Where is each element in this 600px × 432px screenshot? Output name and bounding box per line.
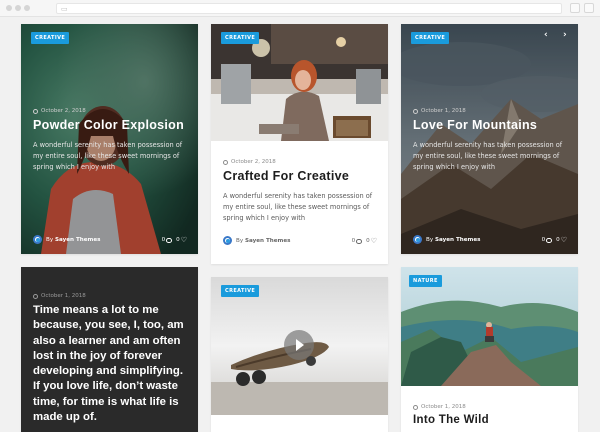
comment-count[interactable]: 0	[162, 237, 173, 243]
date-text: October 2, 2018	[231, 159, 276, 165]
category-badge[interactable]: CREATIVE	[221, 285, 260, 297]
card-text-block: October 2, 2018 Powder Color Explosion A…	[33, 108, 188, 173]
author-text: By Sayen Themes	[46, 236, 101, 243]
window-minimize-dot[interactable]	[15, 5, 21, 11]
post-excerpt: A wonderful serenity has taken possessio…	[223, 192, 373, 222]
sayen-logo-icon	[33, 235, 42, 244]
post-stats: 0 0 ♡	[542, 236, 567, 244]
play-icon[interactable]	[284, 330, 314, 360]
like-count[interactable]: 0 ♡	[366, 237, 377, 245]
post-stats: 0 0 ♡	[162, 236, 187, 244]
share-button[interactable]	[570, 3, 580, 13]
post-date: October 2, 2018	[223, 159, 378, 165]
like-count[interactable]: 0 ♡	[556, 236, 567, 244]
window-close-dot[interactable]	[6, 5, 12, 11]
post-stats: 0 0 ♡	[352, 237, 377, 245]
card-text-block: October 2, 2018 Crafted For Creative A w…	[223, 159, 378, 224]
page-viewport: CREATIVE October 2, 2018 Powder Color Ex…	[0, 18, 600, 432]
like-count[interactable]: 0 ♡	[176, 236, 187, 244]
clock-icon	[413, 108, 418, 114]
card-text-block: October 1, 2018 Love For Mountains A won…	[413, 108, 568, 173]
date-text: October 1, 2018	[421, 108, 466, 114]
slider-prev-button[interactable]: ‹	[544, 30, 548, 40]
post-date: October 1, 2018	[413, 404, 568, 410]
post-title[interactable]: Into The Wild	[413, 414, 568, 426]
category-badge[interactable]: CREATIVE	[31, 32, 70, 44]
slider-next-button[interactable]: ›	[563, 30, 567, 40]
post-card-mountains[interactable]: CREATIVE ‹ › October 1, 2018 Love For Mo…	[401, 24, 578, 254]
post-author[interactable]: By Sayen Themes	[413, 235, 480, 244]
post-quote[interactable]: Time means a lot to me because, you see,…	[33, 303, 191, 425]
post-card-powder[interactable]: CREATIVE October 2, 2018 Powder Color Ex…	[21, 24, 198, 254]
post-date: October 1, 2018	[33, 293, 191, 299]
category-badge[interactable]: CREATIVE	[221, 32, 260, 44]
author-text: By Sayen Themes	[236, 237, 291, 244]
post-excerpt: A wonderful serenity has taken possessio…	[33, 141, 183, 171]
comment-icon	[166, 237, 173, 243]
post-title[interactable]: Love For Mountains	[413, 118, 568, 132]
category-badge[interactable]: NATURE	[409, 275, 442, 287]
clock-icon	[33, 108, 38, 114]
browser-toolbar: ▭	[0, 0, 600, 17]
clock-icon	[223, 159, 228, 165]
clock-icon	[413, 404, 418, 410]
sayen-logo-icon	[413, 235, 422, 244]
post-card-crafted[interactable]: CREATIVE October 2, 2018 Crafted For Cre…	[211, 24, 388, 264]
post-title[interactable]: Crafted For Creative	[223, 169, 378, 183]
comment-icon	[356, 238, 363, 244]
post-date: October 2, 2018	[33, 108, 188, 114]
page-icon: ▭	[61, 5, 68, 13]
clock-icon	[33, 293, 38, 299]
heart-icon: ♡	[370, 237, 377, 245]
card-text-block: October 1, 2018 Time means a lot to me b…	[33, 293, 191, 425]
comment-icon	[546, 237, 553, 243]
post-date: October 1, 2018	[413, 108, 568, 114]
address-bar[interactable]: ▭	[56, 3, 562, 14]
sayen-logo-icon	[223, 236, 232, 245]
category-badge[interactable]: CREATIVE	[411, 32, 450, 44]
post-card-wild[interactable]: NATURE October 1, 2018 Into The Wild	[401, 267, 578, 432]
window-maximize-dot[interactable]	[24, 5, 30, 11]
post-card-video[interactable]: CREATIVE	[211, 277, 388, 432]
post-title[interactable]: Powder Color Explosion	[33, 118, 188, 132]
date-text: October 1, 2018	[421, 404, 466, 410]
post-author[interactable]: By Sayen Themes	[33, 235, 100, 244]
author-text: By Sayen Themes	[426, 236, 481, 243]
post-card-quote[interactable]: October 1, 2018 Time means a lot to me b…	[21, 267, 198, 432]
tabs-button[interactable]	[584, 3, 594, 13]
card-text-block: October 1, 2018 Into The Wild	[413, 404, 568, 426]
comment-count[interactable]: 0	[352, 238, 363, 244]
date-text: October 1, 2018	[41, 293, 86, 299]
date-text: October 2, 2018	[41, 108, 86, 114]
comment-count[interactable]: 0	[542, 237, 553, 243]
post-excerpt: A wonderful serenity has taken possessio…	[413, 141, 563, 171]
heart-icon: ♡	[560, 236, 567, 244]
post-author[interactable]: By Sayen Themes	[223, 236, 290, 245]
heart-icon: ♡	[180, 236, 187, 244]
